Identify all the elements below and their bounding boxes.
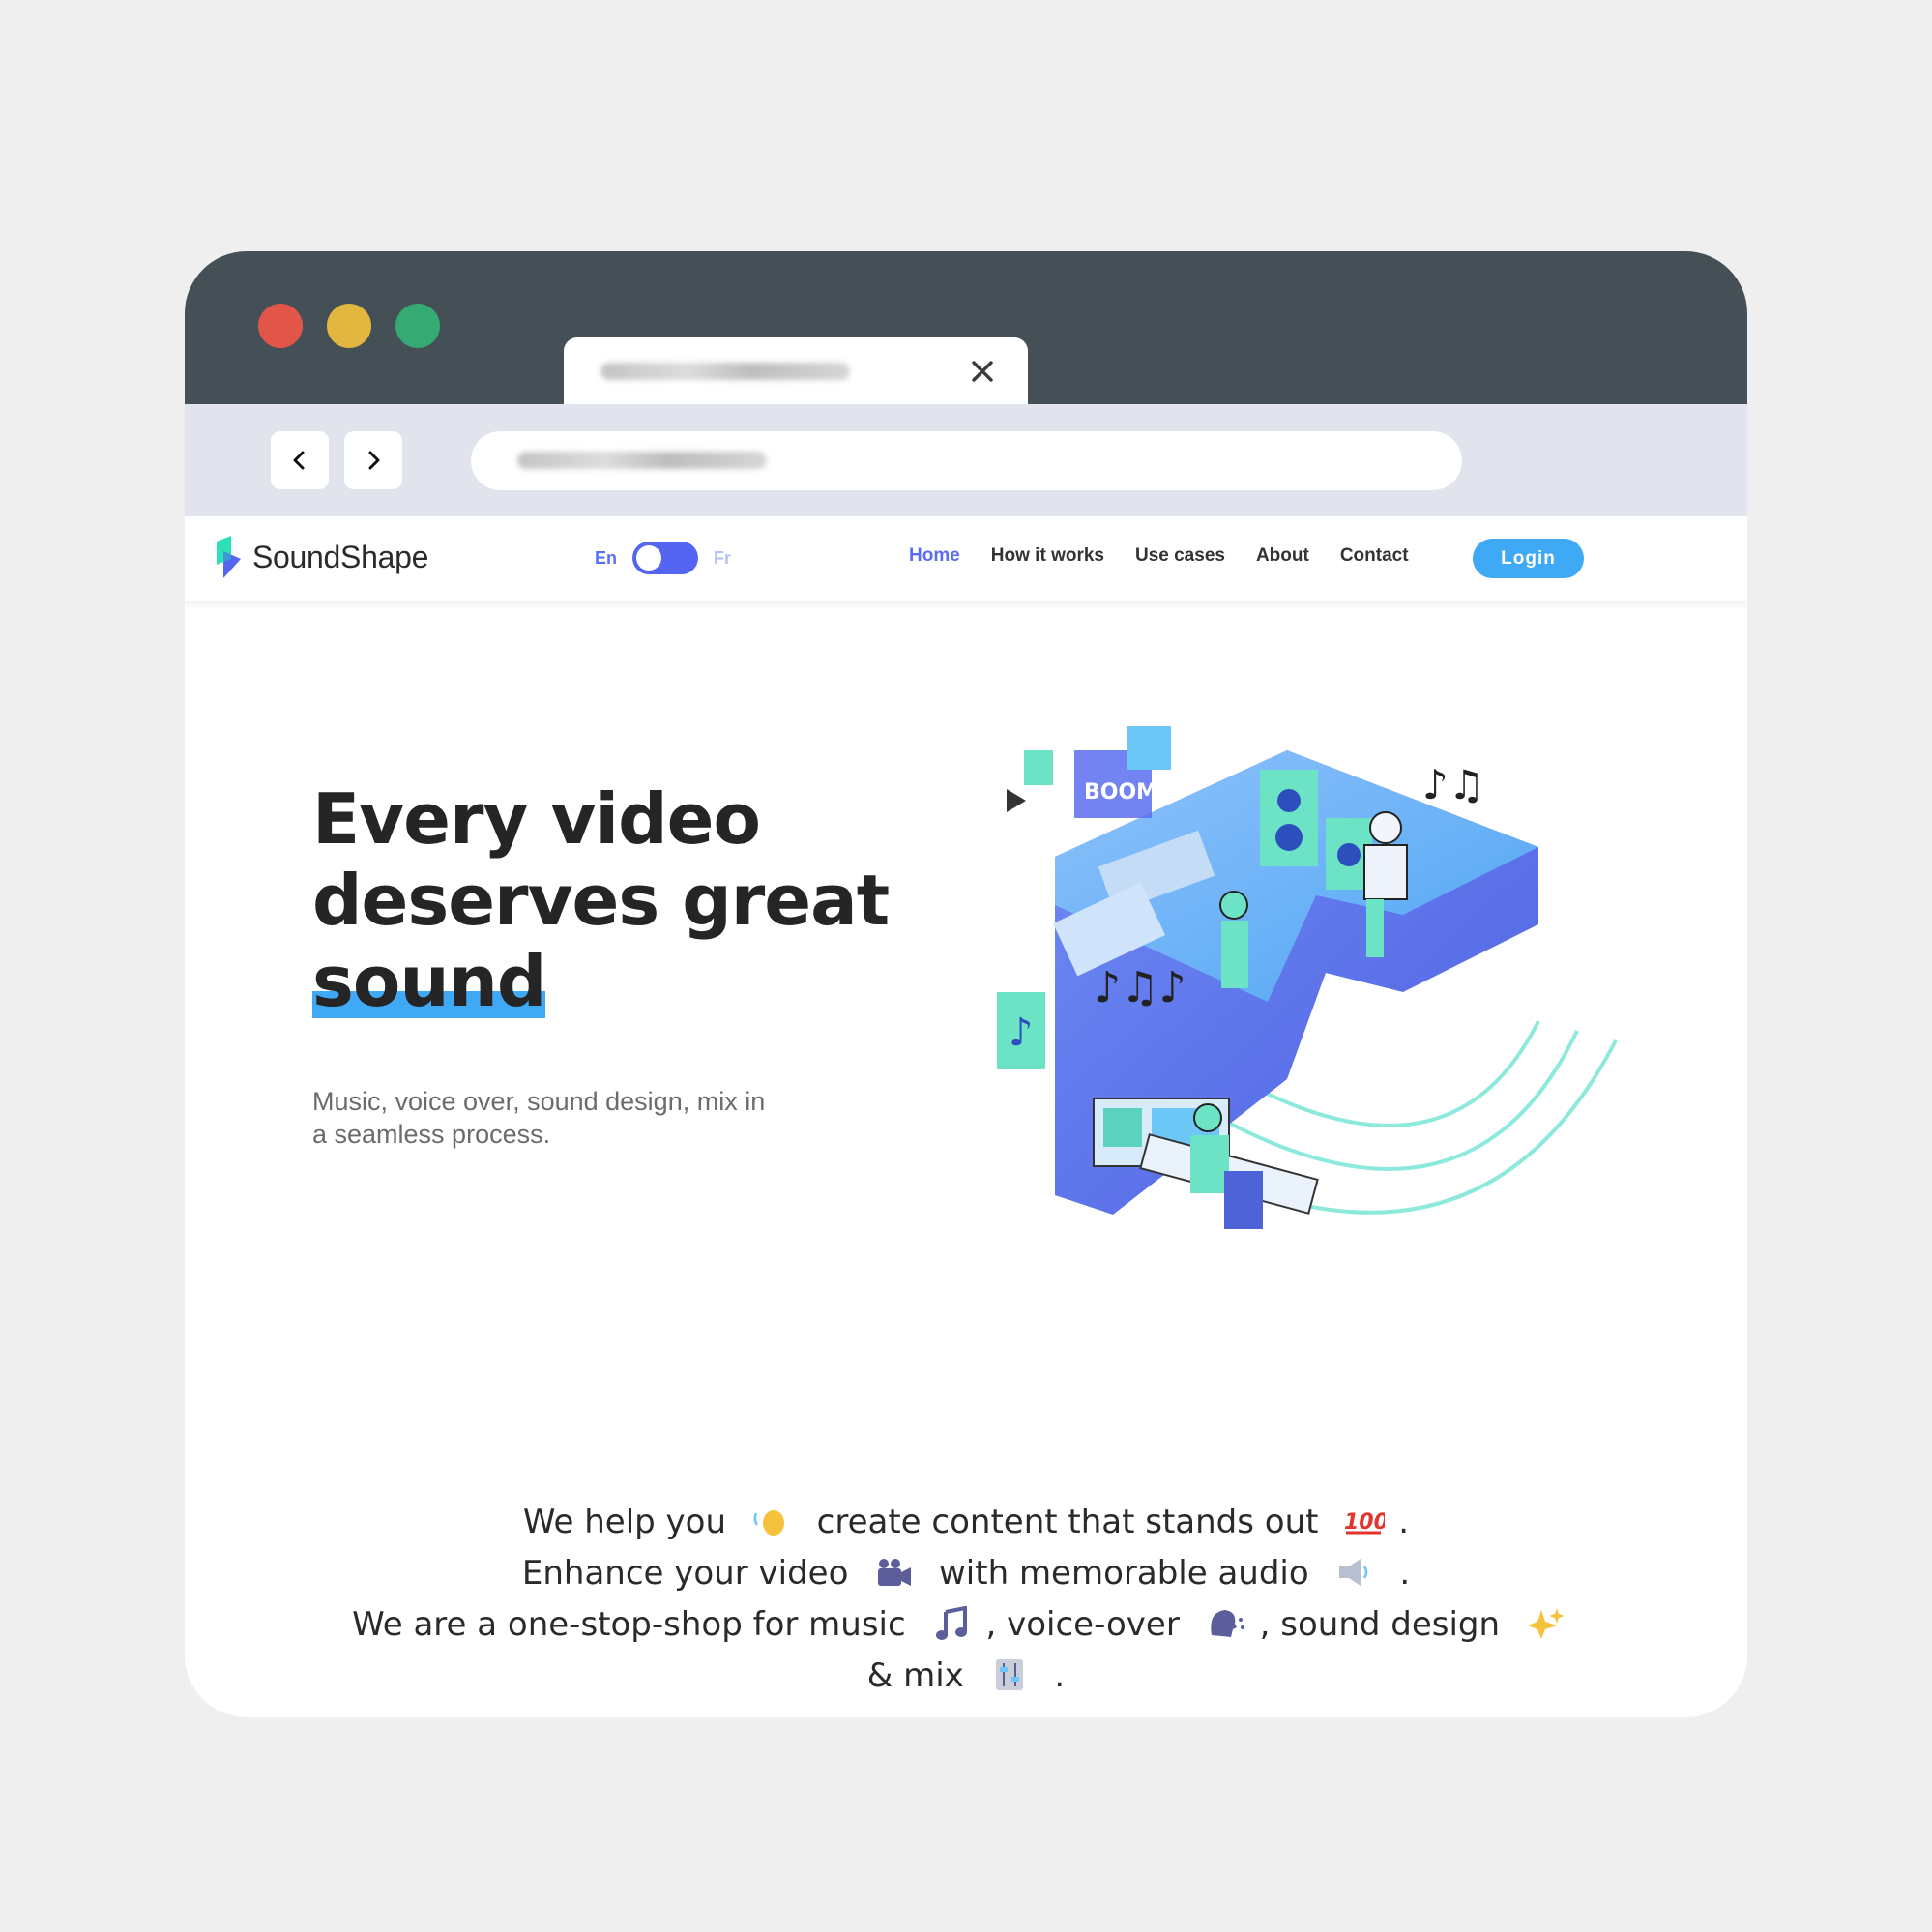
browser-window: SoundShape En Fr Home How it works Use c… (185, 251, 1747, 1717)
chevron-left-icon (293, 451, 305, 470)
minimize-window-button[interactable] (327, 304, 371, 348)
nav-home[interactable]: Home (909, 545, 960, 567)
nav-use-cases[interactable]: Use cases (1135, 545, 1225, 567)
forward-button[interactable] (344, 431, 402, 489)
url-blurred (517, 452, 767, 469)
language-switch: En Fr (595, 542, 731, 574)
language-toggle[interactable] (632, 542, 699, 574)
hero-title-highlight: sound (312, 941, 546, 1022)
browser-titlebar (185, 251, 1747, 404)
hundred-icon: 100 (1344, 1510, 1385, 1535)
speaker-icon (1338, 1559, 1367, 1586)
browser-toolbar (185, 404, 1747, 516)
tagline-part: Enhance your video (521, 1554, 849, 1593)
speaking-head-icon (1210, 1610, 1244, 1637)
svg-text:♪♫♪: ♪♫♪ (1094, 963, 1186, 1012)
address-bar[interactable] (471, 431, 1462, 490)
nav-contact[interactable]: Contact (1340, 545, 1409, 567)
mixer-icon (995, 1659, 1023, 1690)
tagline-part: with memorable audio (939, 1554, 1309, 1593)
close-window-button[interactable] (258, 304, 303, 348)
tagline-part: . (1398, 1503, 1410, 1541)
tagline-part: & mix (866, 1656, 964, 1695)
studio-illustration: BOOM ♪ ♪♫♪ ♪♫ (997, 726, 1618, 1229)
site-header: SoundShape En Fr Home How it works Use c… (185, 516, 1747, 601)
svg-text:♪♫: ♪♫ (1422, 761, 1484, 808)
close-icon[interactable] (966, 355, 999, 388)
hero-title-line1: Every video (312, 778, 761, 860)
lang-fr-label[interactable]: Fr (714, 548, 731, 569)
tagline-part: We help you (522, 1503, 727, 1541)
svg-text:♪: ♪ (1009, 1010, 1034, 1055)
tagline: We help you create content that stands o… (337, 1497, 1595, 1702)
video-camera-icon (878, 1559, 912, 1586)
tab-title-blurred (600, 363, 850, 380)
hero-subtitle: Music, voice over, sound design, mix in … (312, 1087, 766, 1149)
tagline-part: . (1054, 1656, 1066, 1695)
soundshape-logo-icon (217, 536, 241, 578)
tagline-part: create content that stands out (816, 1503, 1319, 1541)
hero-title-line2: deserves great (312, 860, 890, 941)
tagline-part: . (1399, 1554, 1411, 1593)
brand-name: SoundShape (252, 539, 429, 574)
nav-about[interactable]: About (1256, 545, 1309, 567)
nav-how-it-works[interactable]: How it works (991, 545, 1104, 567)
browser-tab[interactable] (564, 337, 1028, 404)
lang-en-label[interactable]: En (595, 548, 617, 569)
toggle-knob (636, 545, 662, 571)
tagline-part: , voice-over (985, 1605, 1180, 1644)
chevron-right-icon (368, 451, 380, 470)
tagline-part: , sound design (1259, 1605, 1501, 1644)
sparkles-icon (1527, 1608, 1565, 1639)
svg-text:BOOM: BOOM (1084, 780, 1157, 805)
hero-title: Every video deserves great sound (312, 778, 890, 1022)
logo[interactable]: SoundShape (214, 536, 428, 578)
back-button[interactable] (271, 431, 329, 489)
main-nav: Home How it works Use cases About Contac… (909, 545, 1440, 567)
tagline-part: We are a one-stop-shop for music (352, 1605, 906, 1644)
svg-text:100: 100 (1344, 1510, 1385, 1535)
login-button[interactable]: Login (1473, 539, 1584, 578)
maximize-window-button[interactable] (395, 304, 440, 348)
music-note-icon (935, 1606, 967, 1640)
waving-hand-icon (753, 1510, 784, 1536)
